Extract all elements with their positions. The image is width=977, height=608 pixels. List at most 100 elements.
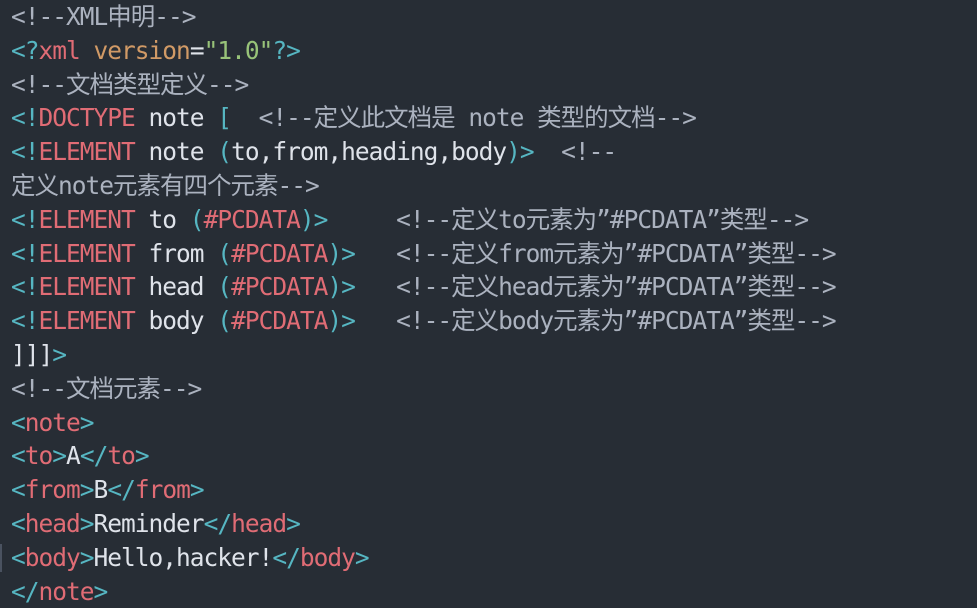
code-token-tag: ELEMENT — [38, 238, 136, 268]
code-token-comment: <!--XML申明--> — [11, 2, 197, 31]
code-token-tag: ELEMENT — [38, 204, 136, 234]
code-line[interactable]: <!--XML申明--> — [11, 0, 977, 34]
code-token-bracket: > — [189, 475, 205, 505]
code-token-bracket: ( — [217, 137, 232, 167]
code-line[interactable]: <!ELEMENT to (#PCDATA)> <!--定义to元素为”#PCD… — [11, 203, 977, 237]
code-token-bracket: ( — [189, 204, 205, 234]
code-token-bracket: > — [79, 508, 95, 538]
code-token-tag: note — [24, 407, 81, 437]
code-token-bracket: <! — [11, 306, 39, 336]
code-token-comment: <!--定义to元素为”#PCDATA”类型--> — [327, 204, 809, 234]
code-line[interactable]: <to>A</to> — [11, 439, 977, 473]
code-token-text: Hello,hacker! — [93, 542, 274, 572]
code-editor[interactable]: <!--XML申明--> <?xml version="1.0"?> <!--文档类… — [0, 0, 977, 606]
code-token-tag: DOCTYPE — [38, 103, 136, 133]
code-token-bracket: <! — [11, 238, 39, 268]
code-token-tag: #PCDATA — [231, 306, 328, 336]
code-line[interactable]: <?xml version="1.0"?> — [11, 34, 977, 68]
code-token-bracket: ?> — [272, 35, 300, 65]
code-token-tag: from — [24, 475, 81, 505]
code-token-tag: ELEMENT — [38, 306, 136, 336]
code-token-bracket: < — [11, 508, 26, 538]
code-token-text: = — [189, 35, 205, 65]
code-line[interactable]: <body>Hello,hacker!</body> — [0, 541, 977, 575]
code-token-bracket: )> — [327, 306, 355, 336]
code-token-comment: <!--定义head元素为”#PCDATA”类型--> — [354, 272, 837, 302]
code-token-bracket: > — [79, 475, 95, 505]
code-token-bracket: > — [354, 542, 370, 572]
code-line[interactable]: <head>Reminder</head> — [11, 507, 977, 541]
code-token-bracket: )> — [299, 204, 328, 234]
code-token-bracket: )> — [506, 137, 534, 167]
code-token-tag: head — [231, 508, 287, 538]
code-token-bracket: <? — [11, 35, 39, 65]
code-token-tag: xml — [38, 35, 81, 65]
code-token-text: B — [93, 475, 109, 505]
code-line[interactable]: <from>B</from> — [11, 473, 977, 507]
code-token-tag: ELEMENT — [38, 272, 136, 302]
code-token-text: from — [134, 238, 218, 268]
code-line[interactable]: ]]]> — [11, 338, 977, 372]
code-token-bracket: > — [52, 339, 67, 369]
code-line[interactable]: </note> — [11, 575, 977, 608]
code-line[interactable]: <!--文档元素--> — [11, 372, 977, 406]
code-token-text: to,from,heading,body — [231, 137, 507, 167]
code-line[interactable]: <!ELEMENT body (#PCDATA)> <!--定义body元素为”… — [11, 304, 977, 338]
code-token-attr: version — [93, 35, 191, 65]
code-token-bracket: <! — [11, 204, 39, 234]
code-line[interactable]: <!ELEMENT note (to,from,heading,body)> <… — [11, 135, 977, 169]
code-token-text: to — [134, 204, 190, 234]
code-token-text: A — [66, 441, 81, 471]
code-token-bracket: </ — [11, 576, 39, 606]
code-token-bracket: < — [11, 407, 26, 437]
code-token-comment: <!--文档元素--> — [11, 373, 202, 403]
code-token-text: note — [134, 103, 218, 133]
code-token-text: Reminder — [93, 508, 205, 538]
code-token-comment: <!--文档类型定义--> — [11, 69, 249, 99]
code-token-bracket: < — [11, 542, 26, 572]
code-token-bracket: </ — [79, 441, 108, 471]
code-token-tag: note — [38, 576, 95, 606]
code-line[interactable]: <note> — [11, 406, 977, 440]
code-token-tag: to — [107, 441, 135, 471]
code-token-bracket: </ — [203, 508, 232, 538]
code-line[interactable]: <!ELEMENT from (#PCDATA)> <!--定义from元素为”… — [11, 237, 977, 271]
code-token-tag: #PCDATA — [231, 238, 328, 268]
code-token-tag: head — [24, 508, 81, 538]
code-token-bracket: < — [11, 441, 26, 471]
code-token-bracket: <! — [11, 103, 39, 133]
code-token-tag: #PCDATA — [231, 272, 328, 302]
code-token-bracket: <! — [11, 272, 39, 302]
code-token-bracket: < — [11, 475, 26, 505]
code-token-string: "1.0" — [203, 35, 274, 65]
code-line[interactable]: <!DOCTYPE note [ <!--定义此文档是 note 类型的文档--… — [11, 101, 977, 135]
code-token-bracket: [ — [217, 103, 232, 133]
code-token-tag: body — [299, 542, 356, 572]
code-token-bracket: ( — [217, 306, 232, 336]
code-token-bracket: </ — [107, 475, 135, 505]
code-line[interactable]: <!ELEMENT head (#PCDATA)> <!--定义head元素为”… — [11, 270, 977, 304]
code-token-bracket: > — [134, 441, 150, 471]
code-token-bracket: > — [79, 407, 95, 437]
code-token-bracket: > — [52, 441, 67, 471]
code-token-tag: body — [24, 542, 81, 572]
code-token-tag: ELEMENT — [38, 137, 136, 167]
code-line[interactable]: <!--文档类型定义--> — [11, 68, 977, 102]
code-token-bracket: ( — [217, 238, 232, 268]
code-line[interactable]: 定义note元素有四个元素--> — [11, 169, 977, 203]
code-token-bracket: > — [286, 508, 301, 538]
code-token-tag: from — [134, 475, 191, 505]
code-token-bracket: )> — [327, 272, 355, 302]
code-token-tag: to — [24, 441, 53, 471]
code-token-bracket: > — [93, 576, 109, 606]
code-token-bracket: <! — [11, 137, 39, 167]
code-token-text: ]]] — [11, 339, 53, 369]
code-token-bracket: </ — [272, 542, 300, 572]
code-token-bracket: > — [79, 542, 95, 572]
code-token-bracket: )> — [327, 238, 355, 268]
code-token-tag: #PCDATA — [203, 204, 301, 234]
code-token-text: body — [134, 306, 218, 336]
code-token-comment: <!--定义from元素为”#PCDATA”类型--> — [354, 238, 837, 268]
code-token-comment: <!-- — [533, 137, 617, 167]
